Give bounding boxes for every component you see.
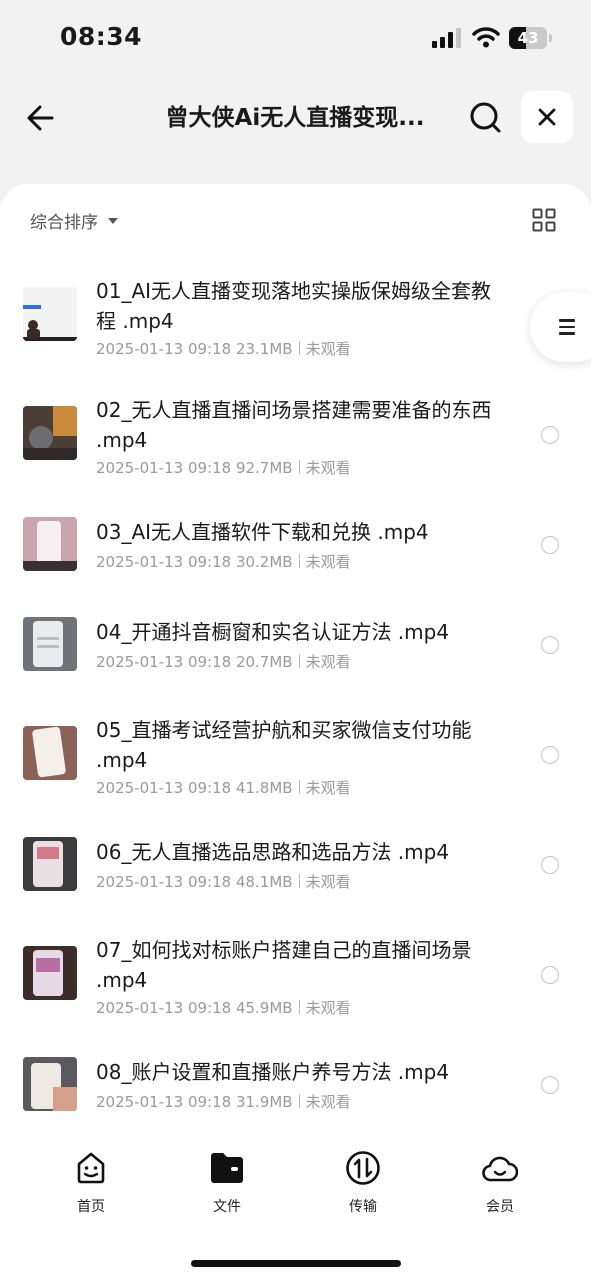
file-size: 41.8MB	[235, 779, 293, 797]
file-name: 03_AI无人直播软件下载和兑换 .mp4	[96, 520, 429, 544]
battery-icon: 43	[509, 27, 547, 49]
file-date: 2025-01-13 09:18	[96, 553, 232, 571]
nav-item-transfer[interactable]: 传输	[318, 1150, 408, 1216]
nav-label: 文件	[213, 1199, 241, 1215]
grid-view-icon[interactable]	[532, 208, 556, 232]
file-meta: 2025-01-13 09:18 20.7MB 未观看	[96, 651, 351, 672]
file-meta: 2025-01-13 09:18 92.7MB 未观看	[96, 457, 351, 478]
watch-status: 未观看	[305, 459, 351, 477]
file-date: 2025-01-13 09:18	[96, 340, 232, 358]
file-date: 2025-01-13 09:18	[96, 873, 232, 891]
video-thumbnail	[23, 1057, 77, 1111]
video-thumbnail	[23, 617, 77, 671]
file-date: 2025-01-13 09:18	[96, 653, 232, 671]
video-thumbnail	[23, 287, 77, 341]
select-radio[interactable]	[541, 856, 559, 874]
watch-status: 未观看	[305, 1093, 351, 1111]
watch-status: 未观看	[305, 340, 351, 358]
video-thumbnail	[23, 837, 77, 891]
file-meta: 2025-01-13 09:18 23.1MB 未观看	[96, 338, 351, 359]
nav-label: 传输	[349, 1199, 377, 1215]
file-size: 20.7MB	[235, 653, 293, 671]
file-size: 23.1MB	[235, 340, 293, 358]
menu-icon	[559, 319, 575, 339]
nav-label: 首页	[77, 1199, 105, 1215]
watch-status: 未观看	[305, 553, 351, 571]
file-date: 2025-01-13 09:18	[96, 999, 232, 1017]
file-date: 2025-01-13 09:18	[96, 779, 232, 797]
nav-item-home[interactable]: 首页	[46, 1150, 136, 1216]
folder-icon	[211, 1153, 243, 1183]
file-size: 45.9MB	[235, 999, 293, 1017]
sort-dropdown[interactable]: 综合排序	[30, 208, 118, 233]
search-icon[interactable]	[466, 98, 506, 138]
watch-status: 未观看	[305, 653, 351, 671]
file-size: 31.9MB	[235, 1093, 293, 1111]
file-name: 02_无人直播直播间场景搭建需要准备的东西 .mp4	[96, 398, 492, 452]
transfer-icon	[346, 1151, 380, 1185]
file-meta: 2025-01-13 09:18 30.2MB 未观看	[96, 551, 351, 572]
file-size: 48.1MB	[235, 873, 293, 891]
sort-label: 综合排序	[30, 213, 98, 233]
file-size: 92.7MB	[235, 459, 293, 477]
select-radio[interactable]	[541, 426, 559, 444]
header: 曾大侠Ai无人直播变现...	[0, 80, 591, 160]
home-indicator[interactable]	[191, 1260, 401, 1267]
file-name: 06_无人直播选品思路和选品方法 .mp4	[96, 840, 450, 864]
video-thumbnail	[23, 946, 77, 1000]
nav-label: 会员	[486, 1199, 514, 1215]
close-icon	[538, 108, 556, 126]
file-date: 2025-01-13 09:18	[96, 459, 232, 477]
select-radio[interactable]	[541, 966, 559, 984]
video-thumbnail	[23, 726, 77, 780]
status-bar: 08:34 43	[0, 0, 591, 80]
file-meta: 2025-01-13 09:18 45.9MB 未观看	[96, 997, 351, 1018]
floating-menu-button[interactable]	[530, 292, 591, 362]
back-arrow-icon[interactable]	[22, 98, 62, 138]
bottom-nav: 首页 文件 传输 会员	[0, 1150, 591, 1230]
select-radio[interactable]	[541, 1076, 559, 1094]
close-button[interactable]	[521, 91, 573, 143]
file-name: 04_开通抖音橱窗和实名认证方法 .mp4	[96, 620, 450, 644]
select-radio[interactable]	[541, 536, 559, 554]
nav-item-files[interactable]: 文件	[182, 1150, 272, 1216]
cloud-icon	[482, 1156, 519, 1182]
file-size: 30.2MB	[235, 553, 293, 571]
file-name: 08_账户设置和直播账户养号方法 .mp4	[96, 1060, 450, 1084]
video-thumbnail	[23, 406, 77, 460]
signal-icon	[432, 28, 461, 48]
status-time: 08:34	[60, 22, 143, 51]
file-meta: 2025-01-13 09:18 31.9MB 未观看	[96, 1091, 351, 1112]
file-meta: 2025-01-13 09:18 48.1MB 未观看	[96, 871, 351, 892]
select-radio[interactable]	[541, 636, 559, 654]
watch-status: 未观看	[305, 999, 351, 1017]
video-thumbnail	[23, 517, 77, 571]
file-meta: 2025-01-13 09:18 41.8MB 未观看	[96, 777, 351, 798]
watch-status: 未观看	[305, 873, 351, 891]
watch-status: 未观看	[305, 779, 351, 797]
battery-level: 43	[517, 29, 539, 47]
file-name: 07_如何找对标账户搭建自己的直播间场景 .mp4	[96, 938, 472, 992]
smile-face-icon	[77, 1152, 105, 1184]
select-radio[interactable]	[541, 746, 559, 764]
file-name: 05_直播考试经营护航和买家微信支付功能 .mp4	[96, 718, 472, 772]
chevron-down-icon	[108, 217, 118, 224]
wifi-icon	[472, 27, 500, 48]
nav-item-member[interactable]: 会员	[455, 1150, 545, 1216]
page-title: 曾大侠Ai无人直播变现...	[165, 105, 425, 131]
file-name: 01_AI无人直播变现落地实操版保姆级全套教程 .mp4	[96, 279, 492, 333]
file-date: 2025-01-13 09:18	[96, 1093, 232, 1111]
